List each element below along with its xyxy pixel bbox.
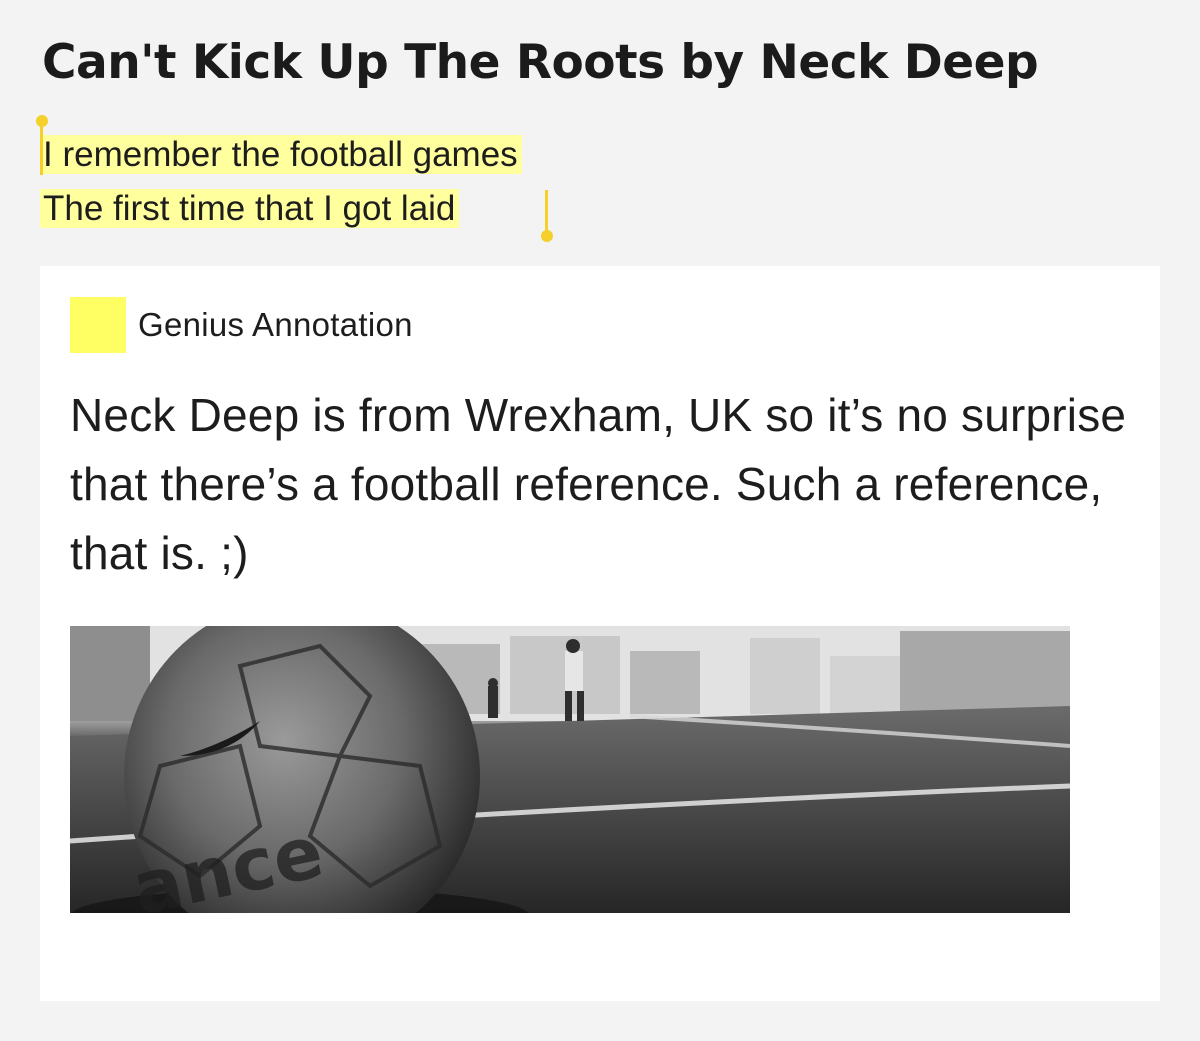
selection-start-handle[interactable] bbox=[35, 115, 48, 175]
soccer-photo-svg: ance bbox=[70, 626, 1070, 913]
lyric-line-1[interactable]: I remember the football games bbox=[40, 128, 522, 182]
genius-logo-swatch bbox=[70, 297, 126, 353]
selection-start-dot bbox=[35, 115, 48, 127]
soccer-ball-photo: ance bbox=[70, 626, 1070, 913]
highlighted-lyrics[interactable]: I remember the football games The first … bbox=[40, 128, 522, 236]
annotation-card: Genius Annotation Neck Deep is from Wrex… bbox=[40, 266, 1160, 1001]
lyric-line-2-text: The first time that I got laid bbox=[40, 189, 460, 228]
annotation-label: Genius Annotation bbox=[138, 306, 413, 343]
selection-end-handle[interactable] bbox=[540, 190, 553, 242]
selection-end-dot bbox=[540, 230, 553, 242]
lyric-line-2[interactable]: The first time that I got laid bbox=[40, 182, 522, 236]
page-title: Can't Kick Up The Roots by Neck Deep bbox=[42, 35, 1039, 90]
annotation-header: Genius Annotation bbox=[70, 297, 413, 353]
lyric-line-1-text: I remember the football games bbox=[40, 135, 522, 174]
annotation-body: Neck Deep is from Wrexham, UK so it’s no… bbox=[70, 389, 1127, 579]
